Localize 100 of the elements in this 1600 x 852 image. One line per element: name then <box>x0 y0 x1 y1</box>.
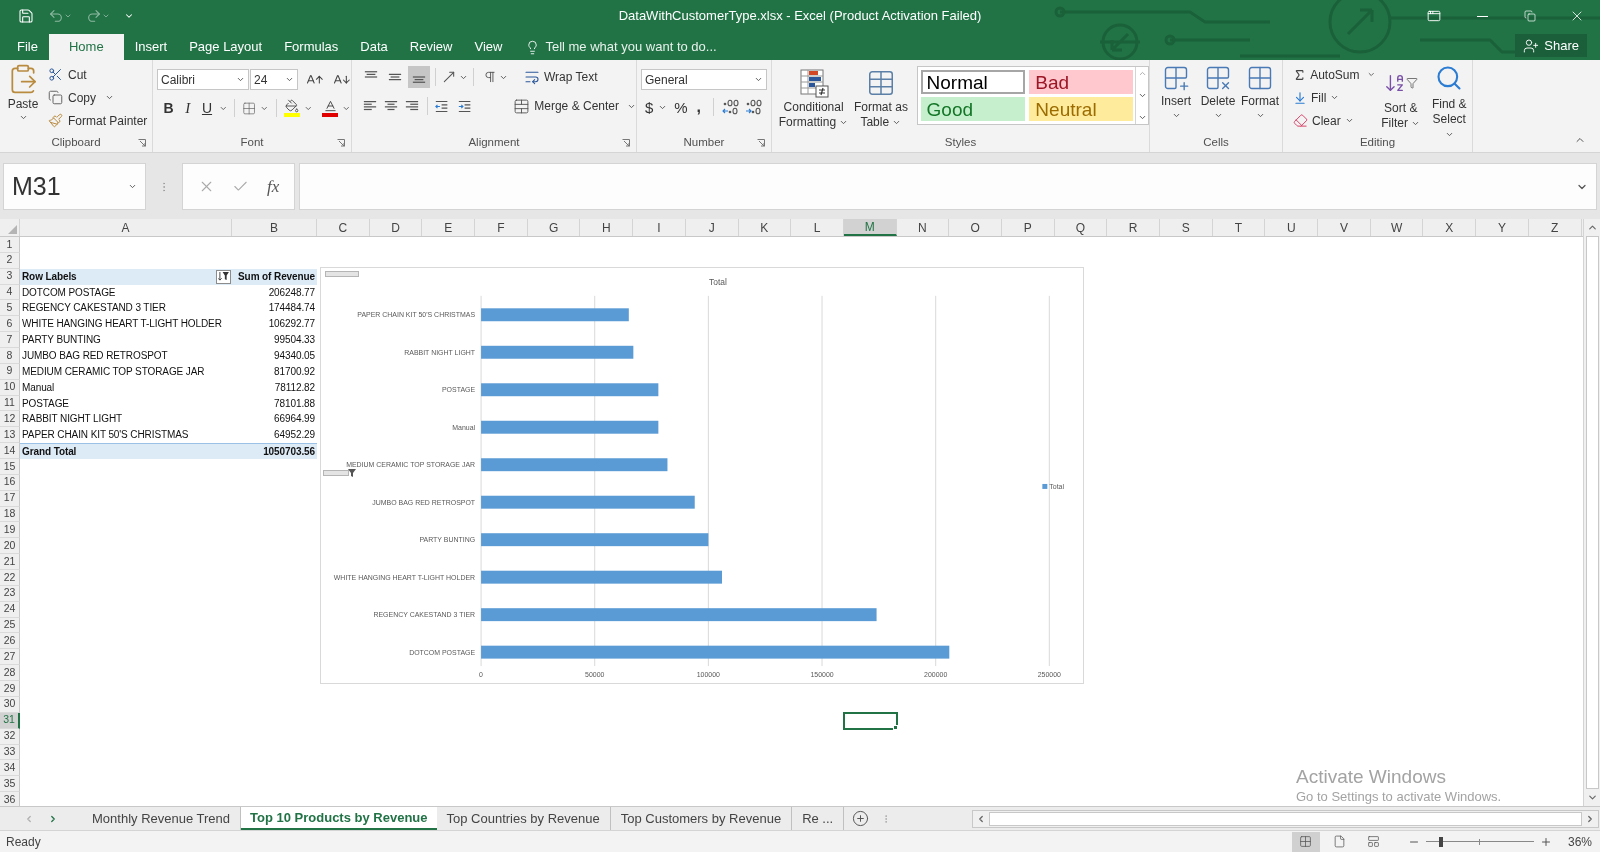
zoom-slider-thumb[interactable] <box>1439 836 1444 847</box>
row-header[interactable]: 22 <box>0 570 20 586</box>
decimal-decrease-icon[interactable] <box>744 99 763 115</box>
row-header[interactable]: 1 <box>0 237 20 253</box>
column-header[interactable]: C <box>317 219 370 236</box>
row-header[interactable]: 5 <box>0 300 20 317</box>
ribbon-tab[interactable]: Formulas <box>273 34 350 60</box>
column-header[interactable]: B <box>232 219 317 236</box>
field-button[interactable] <box>323 470 349 476</box>
find-select-button[interactable]: Find & Select <box>1426 63 1472 134</box>
ribbon-tab[interactable]: Insert <box>123 34 179 60</box>
horizontal-scrollbar[interactable] <box>972 809 1599 828</box>
currency-button[interactable]: $ <box>645 99 654 115</box>
row-header[interactable]: 12 <box>0 411 20 428</box>
row-header[interactable]: 8 <box>0 348 20 364</box>
column-header[interactable]: N <box>896 219 950 236</box>
name-box[interactable]: M31 <box>3 163 146 210</box>
column-header[interactable]: G <box>527 219 581 236</box>
cell-style-tile[interactable]: Neutral <box>1029 97 1134 121</box>
scroll-left-icon[interactable] <box>976 813 986 824</box>
column-header[interactable]: L <box>791 219 844 236</box>
row-header[interactable]: 19 <box>0 522 20 539</box>
row-header[interactable]: 34 <box>0 760 20 777</box>
conditional-formatting-button[interactable]: Conditional Formatting <box>778 64 850 134</box>
row-header[interactable]: 21 <box>0 554 20 571</box>
corner-arrow-icon[interactable] <box>337 139 345 147</box>
vertical-align-button[interactable] <box>408 66 430 88</box>
align-right-icon[interactable] <box>405 99 420 113</box>
column-header[interactable]: Y <box>1476 219 1529 236</box>
borders-icon[interactable] <box>242 100 257 116</box>
ribbon-tab[interactable]: File <box>6 34 49 60</box>
cell-style-tile[interactable]: Good <box>920 97 1025 121</box>
column-header[interactable]: A <box>20 219 232 236</box>
indent-icon[interactable] <box>458 98 472 114</box>
cells-button[interactable]: Format <box>1242 64 1278 134</box>
row-header[interactable]: 15 <box>0 459 20 475</box>
row-header[interactable]: 29 <box>0 681 20 697</box>
active-cell[interactable] <box>843 712 898 730</box>
format-as-table-button[interactable]: Format as Table <box>851 64 911 134</box>
copy-button[interactable]: Copy <box>48 86 148 109</box>
ribbon-tab[interactable]: View <box>463 34 514 60</box>
add-sheet-icon[interactable] <box>852 810 870 827</box>
corner-arrow-icon[interactable] <box>622 139 630 147</box>
sort-filter-button[interactable]: Sort & Filter <box>1379 63 1423 134</box>
align-left-icon[interactable] <box>362 99 377 113</box>
corner-arrow-icon[interactable] <box>757 139 765 147</box>
number-format-field[interactable]: General <box>641 69 767 90</box>
ribbon-tab[interactable]: Home <box>48 34 124 60</box>
redo-button[interactable] <box>86 8 110 24</box>
format-painter-button[interactable]: Format Painter <box>48 109 148 132</box>
row-header[interactable]: 27 <box>0 649 20 666</box>
diagonal-arrow-icon[interactable] <box>441 69 457 85</box>
tell-me-search[interactable]: Tell me what you want to do... <box>525 34 717 60</box>
column-header[interactable]: I <box>633 219 686 236</box>
pilcrow-icon[interactable] <box>483 70 497 84</box>
bold-button[interactable]: B <box>161 101 177 115</box>
decimal-increase-icon[interactable] <box>721 99 740 115</box>
filter-dropdown-button[interactable] <box>216 269 231 284</box>
corner-arrow-icon[interactable] <box>138 139 146 147</box>
column-header[interactable]: V <box>1318 219 1371 236</box>
formula-input[interactable] <box>299 163 1597 210</box>
cells-button[interactable]: Insert <box>1158 64 1194 134</box>
column-header[interactable]: Z <box>1528 219 1582 236</box>
scrollbar-thumb[interactable] <box>989 811 1582 826</box>
italic-button[interactable]: I <box>180 100 196 116</box>
font-size-field[interactable]: 24 <box>249 69 299 90</box>
paint-bucket-icon[interactable] <box>283 99 300 117</box>
column-header[interactable]: K <box>738 219 792 236</box>
cells-button[interactable]: Delete <box>1200 64 1236 134</box>
column-header[interactable]: X <box>1423 219 1477 236</box>
scroll-right-icon[interactable] <box>1585 813 1595 824</box>
outdent-icon[interactable] <box>434 98 449 114</box>
column-header[interactable]: O <box>949 219 1002 236</box>
share-button[interactable]: Share <box>1515 34 1587 57</box>
column-header[interactable]: T <box>1212 219 1266 236</box>
row-header[interactable]: 36 <box>0 792 20 806</box>
font-color-icon[interactable] <box>322 99 339 117</box>
column-header[interactable]: M <box>843 219 897 236</box>
gallery-down-icon[interactable] <box>1137 91 1147 100</box>
column-header[interactable]: F <box>475 219 528 236</box>
column-header[interactable]: R <box>1107 219 1160 236</box>
row-header[interactable]: 35 <box>0 776 20 793</box>
sheet-tab[interactable]: Top 10 Products by Revenue <box>241 807 437 830</box>
cell-style-tile[interactable]: Bad <box>1029 70 1134 94</box>
row-header[interactable]: 26 <box>0 633 20 650</box>
align-center-icon[interactable] <box>384 99 398 113</box>
column-header[interactable]: W <box>1370 219 1424 236</box>
next-sheet-icon[interactable] <box>48 813 58 824</box>
percent-button[interactable]: % <box>674 99 688 115</box>
zoom-in-icon[interactable] <box>1539 835 1552 848</box>
field-button[interactable] <box>325 271 359 277</box>
column-header[interactable]: U <box>1265 219 1319 236</box>
gallery-more-icon[interactable] <box>1137 113 1147 122</box>
column-header[interactable]: J <box>685 219 739 236</box>
autosum-button[interactable]: AutoSum <box>1293 63 1375 86</box>
ribbon-tab[interactable]: Review <box>398 34 464 60</box>
row-header[interactable]: 14 <box>0 443 20 460</box>
undo-button[interactable] <box>48 8 72 24</box>
scroll-down-icon[interactable] <box>1586 792 1598 803</box>
merge-center-button[interactable]: Merge & Center <box>513 95 636 117</box>
